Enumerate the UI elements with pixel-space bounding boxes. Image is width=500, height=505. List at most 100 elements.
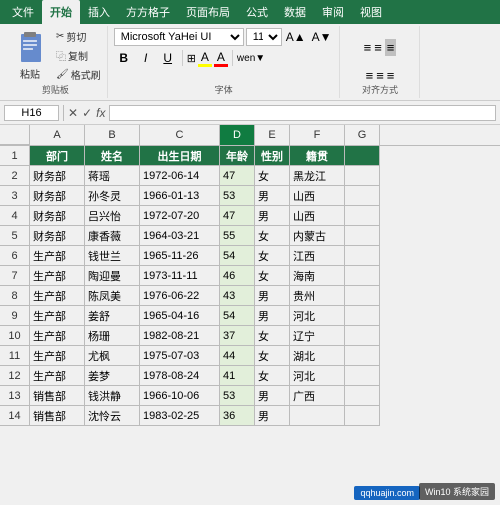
cell-g4[interactable]	[345, 206, 380, 226]
tab-view[interactable]: 视图	[352, 0, 390, 24]
cell-d9[interactable]: 54	[220, 306, 255, 326]
row-header-6[interactable]: 6	[0, 246, 30, 266]
cell-b13[interactable]: 钱洪静	[85, 386, 140, 406]
cell-g8[interactable]	[345, 286, 380, 306]
italic-button[interactable]: I	[136, 49, 156, 67]
cell-d1[interactable]: 年龄	[220, 146, 255, 166]
font-color-button[interactable]: A	[214, 50, 228, 67]
row-header-13[interactable]: 13	[0, 386, 30, 406]
border-button[interactable]: ⊞	[187, 52, 196, 65]
cell-e1[interactable]: 性别	[255, 146, 290, 166]
cell-f7[interactable]: 海南	[290, 266, 345, 286]
cell-g5[interactable]	[345, 226, 380, 246]
cell-f4[interactable]: 山西	[290, 206, 345, 226]
cell-d7[interactable]: 46	[220, 266, 255, 286]
cell-f6[interactable]: 江西	[290, 246, 345, 266]
cell-c14[interactable]: 1983-02-25	[140, 406, 220, 426]
cell-e6[interactable]: 女	[255, 246, 290, 266]
cell-g1[interactable]	[345, 146, 380, 166]
cell-d5[interactable]: 55	[220, 226, 255, 246]
cell-e7[interactable]: 女	[255, 266, 290, 286]
cell-a13[interactable]: 销售部	[30, 386, 85, 406]
cell-g12[interactable]	[345, 366, 380, 386]
tab-fangfangezi[interactable]: 方方格子	[118, 0, 178, 24]
formula-input[interactable]	[109, 105, 496, 121]
cell-f2[interactable]: 黑龙江	[290, 166, 345, 186]
copy-button[interactable]: ⿻ 复制	[54, 47, 103, 64]
cell-a7[interactable]: 生产部	[30, 266, 85, 286]
cell-g2[interactable]	[345, 166, 380, 186]
col-header-b[interactable]: B	[85, 125, 140, 145]
cell-reference-box[interactable]	[4, 105, 59, 121]
font-name-selector[interactable]: Microsoft YaHei UI	[114, 28, 244, 46]
cell-e5[interactable]: 女	[255, 226, 290, 246]
align-center-button[interactable]: ≡	[376, 68, 384, 83]
cell-e8[interactable]: 男	[255, 286, 290, 306]
row-header-14[interactable]: 14	[0, 406, 30, 426]
cell-d6[interactable]: 54	[220, 246, 255, 266]
cell-f10[interactable]: 辽宁	[290, 326, 345, 346]
cell-d12[interactable]: 41	[220, 366, 255, 386]
cell-c7[interactable]: 1973-11-11	[140, 266, 220, 286]
cell-b1[interactable]: 姓名	[85, 146, 140, 166]
row-header-2[interactable]: 2	[0, 166, 30, 186]
row-header-9[interactable]: 9	[0, 306, 30, 326]
align-left-button[interactable]: ≡	[366, 68, 374, 83]
cell-a14[interactable]: 销售部	[30, 406, 85, 426]
format-painter-button[interactable]: 🖌 格式刷	[54, 66, 103, 83]
cut-button[interactable]: ✂ 剪切	[54, 28, 103, 45]
align-right-button[interactable]: ≡	[387, 68, 395, 83]
tab-insert[interactable]: 插入	[80, 0, 118, 24]
cell-g14[interactable]	[345, 406, 380, 426]
cell-c1[interactable]: 出生日期	[140, 146, 220, 166]
col-header-d[interactable]: D	[220, 125, 255, 145]
cell-a10[interactable]: 生产部	[30, 326, 85, 346]
insert-function-icon[interactable]: fx	[96, 106, 105, 120]
align-top-center-button[interactable]: ≡	[374, 40, 382, 55]
cell-b8[interactable]: 陈凤美	[85, 286, 140, 306]
cell-a12[interactable]: 生产部	[30, 366, 85, 386]
cell-d10[interactable]: 37	[220, 326, 255, 346]
cell-f14[interactable]	[290, 406, 345, 426]
cell-b7[interactable]: 陶迎曼	[85, 266, 140, 286]
row-header-5[interactable]: 5	[0, 226, 30, 246]
cell-b2[interactable]: 蒋瑶	[85, 166, 140, 186]
cancel-formula-icon[interactable]: ✕	[68, 106, 78, 120]
cell-e2[interactable]: 女	[255, 166, 290, 186]
cell-f3[interactable]: 山西	[290, 186, 345, 206]
cell-d13[interactable]: 53	[220, 386, 255, 406]
cell-g6[interactable]	[345, 246, 380, 266]
cell-f9[interactable]: 河北	[290, 306, 345, 326]
cell-c3[interactable]: 1966-01-13	[140, 186, 220, 206]
tab-home[interactable]: 开始	[42, 0, 80, 24]
row-header-1[interactable]: 1	[0, 146, 30, 166]
decrease-font-button[interactable]: A▼	[310, 29, 334, 45]
cell-e9[interactable]: 男	[255, 306, 290, 326]
cell-e14[interactable]: 男	[255, 406, 290, 426]
cell-f5[interactable]: 内蒙古	[290, 226, 345, 246]
cell-g9[interactable]	[345, 306, 380, 326]
cell-d4[interactable]: 47	[220, 206, 255, 226]
cell-a11[interactable]: 生产部	[30, 346, 85, 366]
cell-d8[interactable]: 43	[220, 286, 255, 306]
tab-file[interactable]: 文件	[4, 0, 42, 24]
cell-f11[interactable]: 湖北	[290, 346, 345, 366]
cell-c4[interactable]: 1972-07-20	[140, 206, 220, 226]
cell-f1[interactable]: 籍贯	[290, 146, 345, 166]
cell-c2[interactable]: 1972-06-14	[140, 166, 220, 186]
underline-button[interactable]: U	[158, 49, 178, 67]
paste-button[interactable]: 粘贴	[8, 28, 52, 83]
align-top-left-button[interactable]: ≡	[364, 40, 372, 55]
font-size-selector[interactable]: 11	[246, 28, 282, 46]
cell-a6[interactable]: 生产部	[30, 246, 85, 266]
cell-g13[interactable]	[345, 386, 380, 406]
cell-d11[interactable]: 44	[220, 346, 255, 366]
cell-c8[interactable]: 1976-06-22	[140, 286, 220, 306]
increase-font-button[interactable]: A▲	[284, 29, 308, 45]
cell-b14[interactable]: 沈怜云	[85, 406, 140, 426]
cell-c12[interactable]: 1978-08-24	[140, 366, 220, 386]
col-header-a[interactable]: A	[30, 125, 85, 145]
cell-g11[interactable]	[345, 346, 380, 366]
cell-a5[interactable]: 财务部	[30, 226, 85, 246]
cell-f8[interactable]: 贵州	[290, 286, 345, 306]
